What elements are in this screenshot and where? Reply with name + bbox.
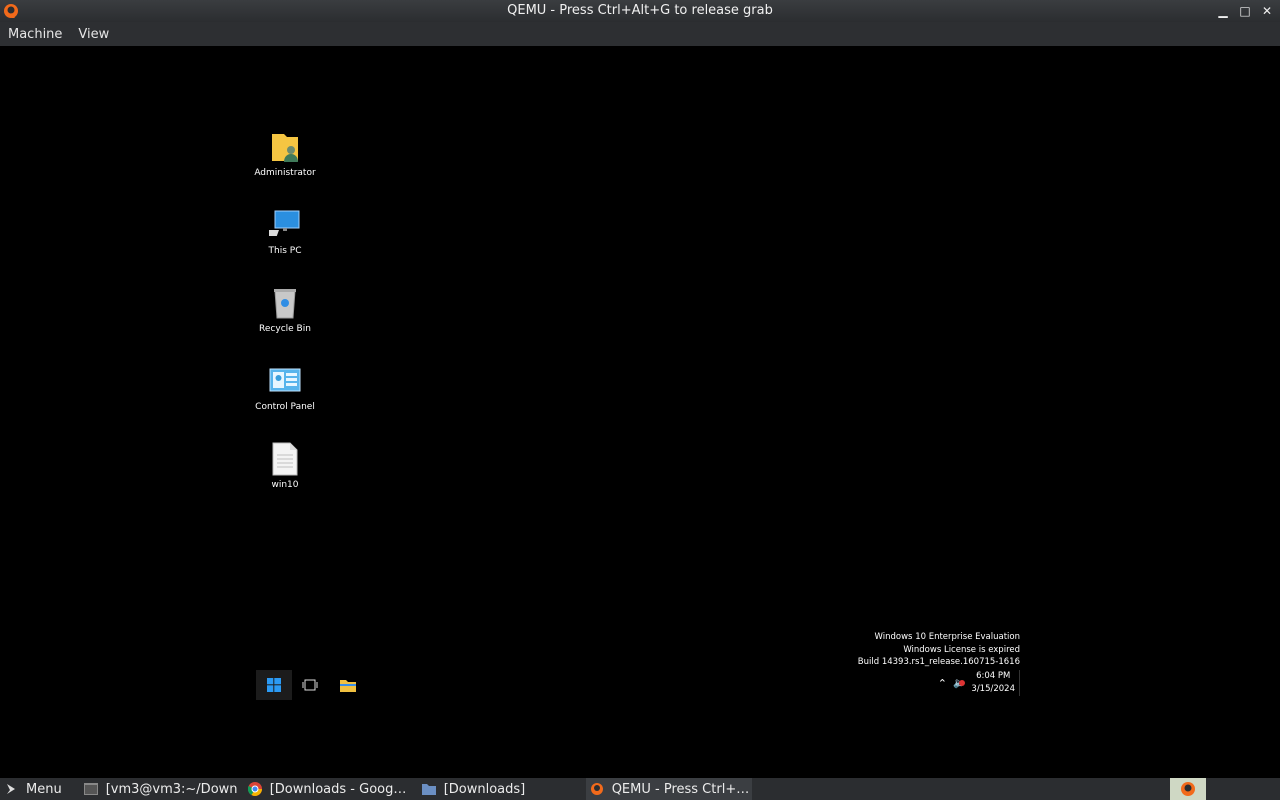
windows-start-icon [267,678,281,692]
chrome-icon [247,782,262,796]
desktop-icon-win10[interactable]: win10 [247,442,323,490]
clock-date: 3/15/2024 [971,684,1015,694]
window-titlebar[interactable]: QEMU - Press Ctrl+Alt+G to release grab … [0,0,1280,22]
desktop-icon-label: This PC [268,246,302,256]
host-menu-label: Menu [26,781,62,797]
desktop-icon-label: Recycle Bin [259,324,311,334]
file-explorer-button[interactable] [330,670,366,700]
desktop-icon-label: Administrator [254,168,316,178]
qemu-icon [590,783,603,795]
start-button[interactable] [256,670,292,700]
desktop-icon-label: win10 [271,480,299,490]
menu-view[interactable]: View [70,27,117,42]
menu-logo-icon [7,784,15,794]
windows-taskbar [256,666,1024,702]
taskbar-item-label: [vm3@vm3:~/Down… [105,781,238,797]
taskbar-item-label: [Downloads] [443,781,526,797]
desktop-icon-label: Control Panel [255,402,315,412]
taskbar-item-qemu[interactable]: QEMU - Press Ctrl+… [585,778,752,800]
menu-machine[interactable]: Machine [0,27,70,42]
maximize-button[interactable]: □ [1236,0,1254,22]
host-taskbar: Menu [vm3@vm3:~/Down… [Downloads - Goog…… [0,778,1280,800]
desktop-icon-administrator[interactable]: Administrator [247,130,323,178]
qemu-icon [1181,782,1195,796]
clock[interactable]: 6:04 PM 3/15/2024 [971,670,1020,696]
computer-icon [260,208,301,242]
taskbar-item-label: [Downloads - Goog… [269,781,407,797]
clock-time: 6:04 PM [976,671,1011,681]
desktop-icon-this-pc[interactable]: This PC [247,208,323,256]
volume-muted-icon[interactable]: 🔈 [953,678,965,689]
task-view-icon [302,679,318,691]
minimize-button[interactable]: ▁ [1214,0,1232,22]
watermark-line: Windows 10 Enterprise Evaluation [874,632,1020,642]
system-tray: ⌃ 🔈 6:04 PM 3/15/2024 [938,670,1020,696]
terminal-icon [83,783,98,795]
chevron-up-icon[interactable]: ⌃ [938,677,947,690]
window-title: QEMU - Press Ctrl+Alt+G to release grab [507,3,773,18]
desktop-icon-control-panel[interactable]: Control Panel [247,364,323,412]
recycle-bin-icon [269,286,301,320]
menubar: Machine View [0,22,1280,46]
task-view-button[interactable] [292,670,328,700]
file-explorer-icon [340,680,356,692]
watermark-line: Windows License is expired [903,644,1020,655]
close-button[interactable]: ✕ [1258,0,1276,22]
text-file-icon [269,442,301,476]
taskbar-item-downloads[interactable]: [Downloads] [418,778,580,800]
desktop-icon-recycle-bin[interactable]: Recycle Bin [247,286,323,334]
guest-screen[interactable]: Administrator This PC Recycle Bin Contro… [254,46,1024,706]
taskbar-item-label: QEMU - Press Ctrl+… [611,781,750,797]
host-menu-button[interactable]: Menu [0,778,66,800]
taskbar-item-chrome[interactable]: [Downloads - Goog… [244,778,412,800]
tray-qemu-button[interactable] [1170,778,1206,800]
user-folder-icon [269,130,301,164]
control-panel-icon [269,364,301,398]
license-watermark: Windows 10 Enterprise Evaluation Windows… [858,631,1020,669]
taskbar-item-terminal[interactable]: [vm3@vm3:~/Down… [80,778,238,800]
qemu-icon [4,4,18,18]
folder-icon [421,784,436,795]
